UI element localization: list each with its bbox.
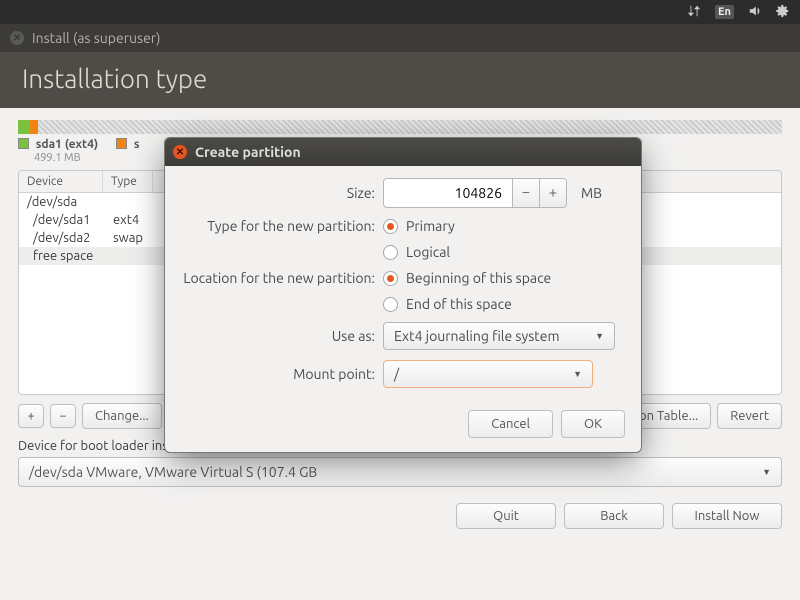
network-icon[interactable] (687, 4, 701, 21)
boot-device-select[interactable]: /dev/sda VMware, VMware Virtual S (107.4… (18, 457, 782, 487)
use-as-select[interactable]: Ext4 journaling file system ▼ (383, 322, 615, 350)
window-header: ✕ Install (as superuser) (0, 24, 800, 52)
location-end[interactable]: End of this space (383, 296, 512, 312)
system-panel: En (0, 0, 800, 24)
radio-icon (383, 297, 398, 312)
size-minus-button[interactable]: − (512, 178, 540, 208)
close-icon[interactable]: ✕ (10, 31, 24, 45)
ok-button[interactable]: OK (561, 410, 625, 438)
quit-button[interactable]: Quit (456, 503, 556, 529)
size-plus-button[interactable]: + (539, 178, 567, 208)
type-label: Type for the new partition: (165, 218, 383, 234)
swatch-sda1 (18, 138, 29, 149)
add-partition-button[interactable]: + (18, 404, 44, 428)
language-indicator[interactable]: En (715, 5, 734, 19)
chevron-down-icon: ▼ (573, 369, 582, 379)
mount-point-select[interactable]: / ▼ (383, 360, 593, 388)
gear-icon[interactable] (776, 4, 790, 21)
change-button[interactable]: Change... (82, 403, 162, 429)
page-title: Installation type (0, 52, 800, 108)
swatch-sda2 (116, 138, 127, 149)
back-button[interactable]: Back (564, 503, 664, 529)
size-input[interactable] (383, 178, 513, 208)
dialog-title: Create partition (195, 144, 301, 160)
size-label: Size: (165, 185, 383, 201)
footer-buttons: Quit Back Install Now (0, 487, 800, 545)
legend-sda1-label: sda1 (ext4) (36, 138, 98, 151)
disk-seg-sda1 (18, 120, 30, 134)
use-as-label: Use as: (165, 328, 383, 344)
radio-icon (383, 245, 398, 260)
remove-partition-button[interactable]: − (50, 404, 76, 428)
legend-sda1-sub: 499.1 MB (34, 152, 81, 164)
chevron-down-icon: ▼ (595, 331, 604, 341)
radio-icon (383, 271, 398, 286)
create-partition-dialog: ✕ Create partition Size: − + MB Type for… (164, 137, 642, 453)
dialog-header: ✕ Create partition (165, 138, 641, 166)
window-title: Install (as superuser) (32, 30, 161, 46)
cancel-button[interactable]: Cancel (468, 410, 553, 438)
revert-button[interactable]: Revert (717, 403, 782, 429)
install-button[interactable]: Install Now (672, 503, 782, 529)
partition-type-primary[interactable]: Primary (383, 218, 455, 234)
mount-point-label: Mount point: (165, 366, 383, 382)
radio-icon (383, 219, 398, 234)
volume-icon[interactable] (748, 4, 762, 21)
size-unit: MB (581, 185, 602, 201)
location-label: Location for the new partition: (165, 270, 383, 286)
partition-type-logical[interactable]: Logical (383, 244, 450, 260)
dialog-close-icon[interactable]: ✕ (173, 145, 187, 159)
disk-usage-bar (18, 120, 782, 134)
disk-seg-sda2 (30, 120, 38, 134)
legend-sda2-label: s (134, 138, 140, 151)
location-beginning[interactable]: Beginning of this space (383, 270, 551, 286)
chevron-down-icon: ▼ (762, 467, 771, 477)
